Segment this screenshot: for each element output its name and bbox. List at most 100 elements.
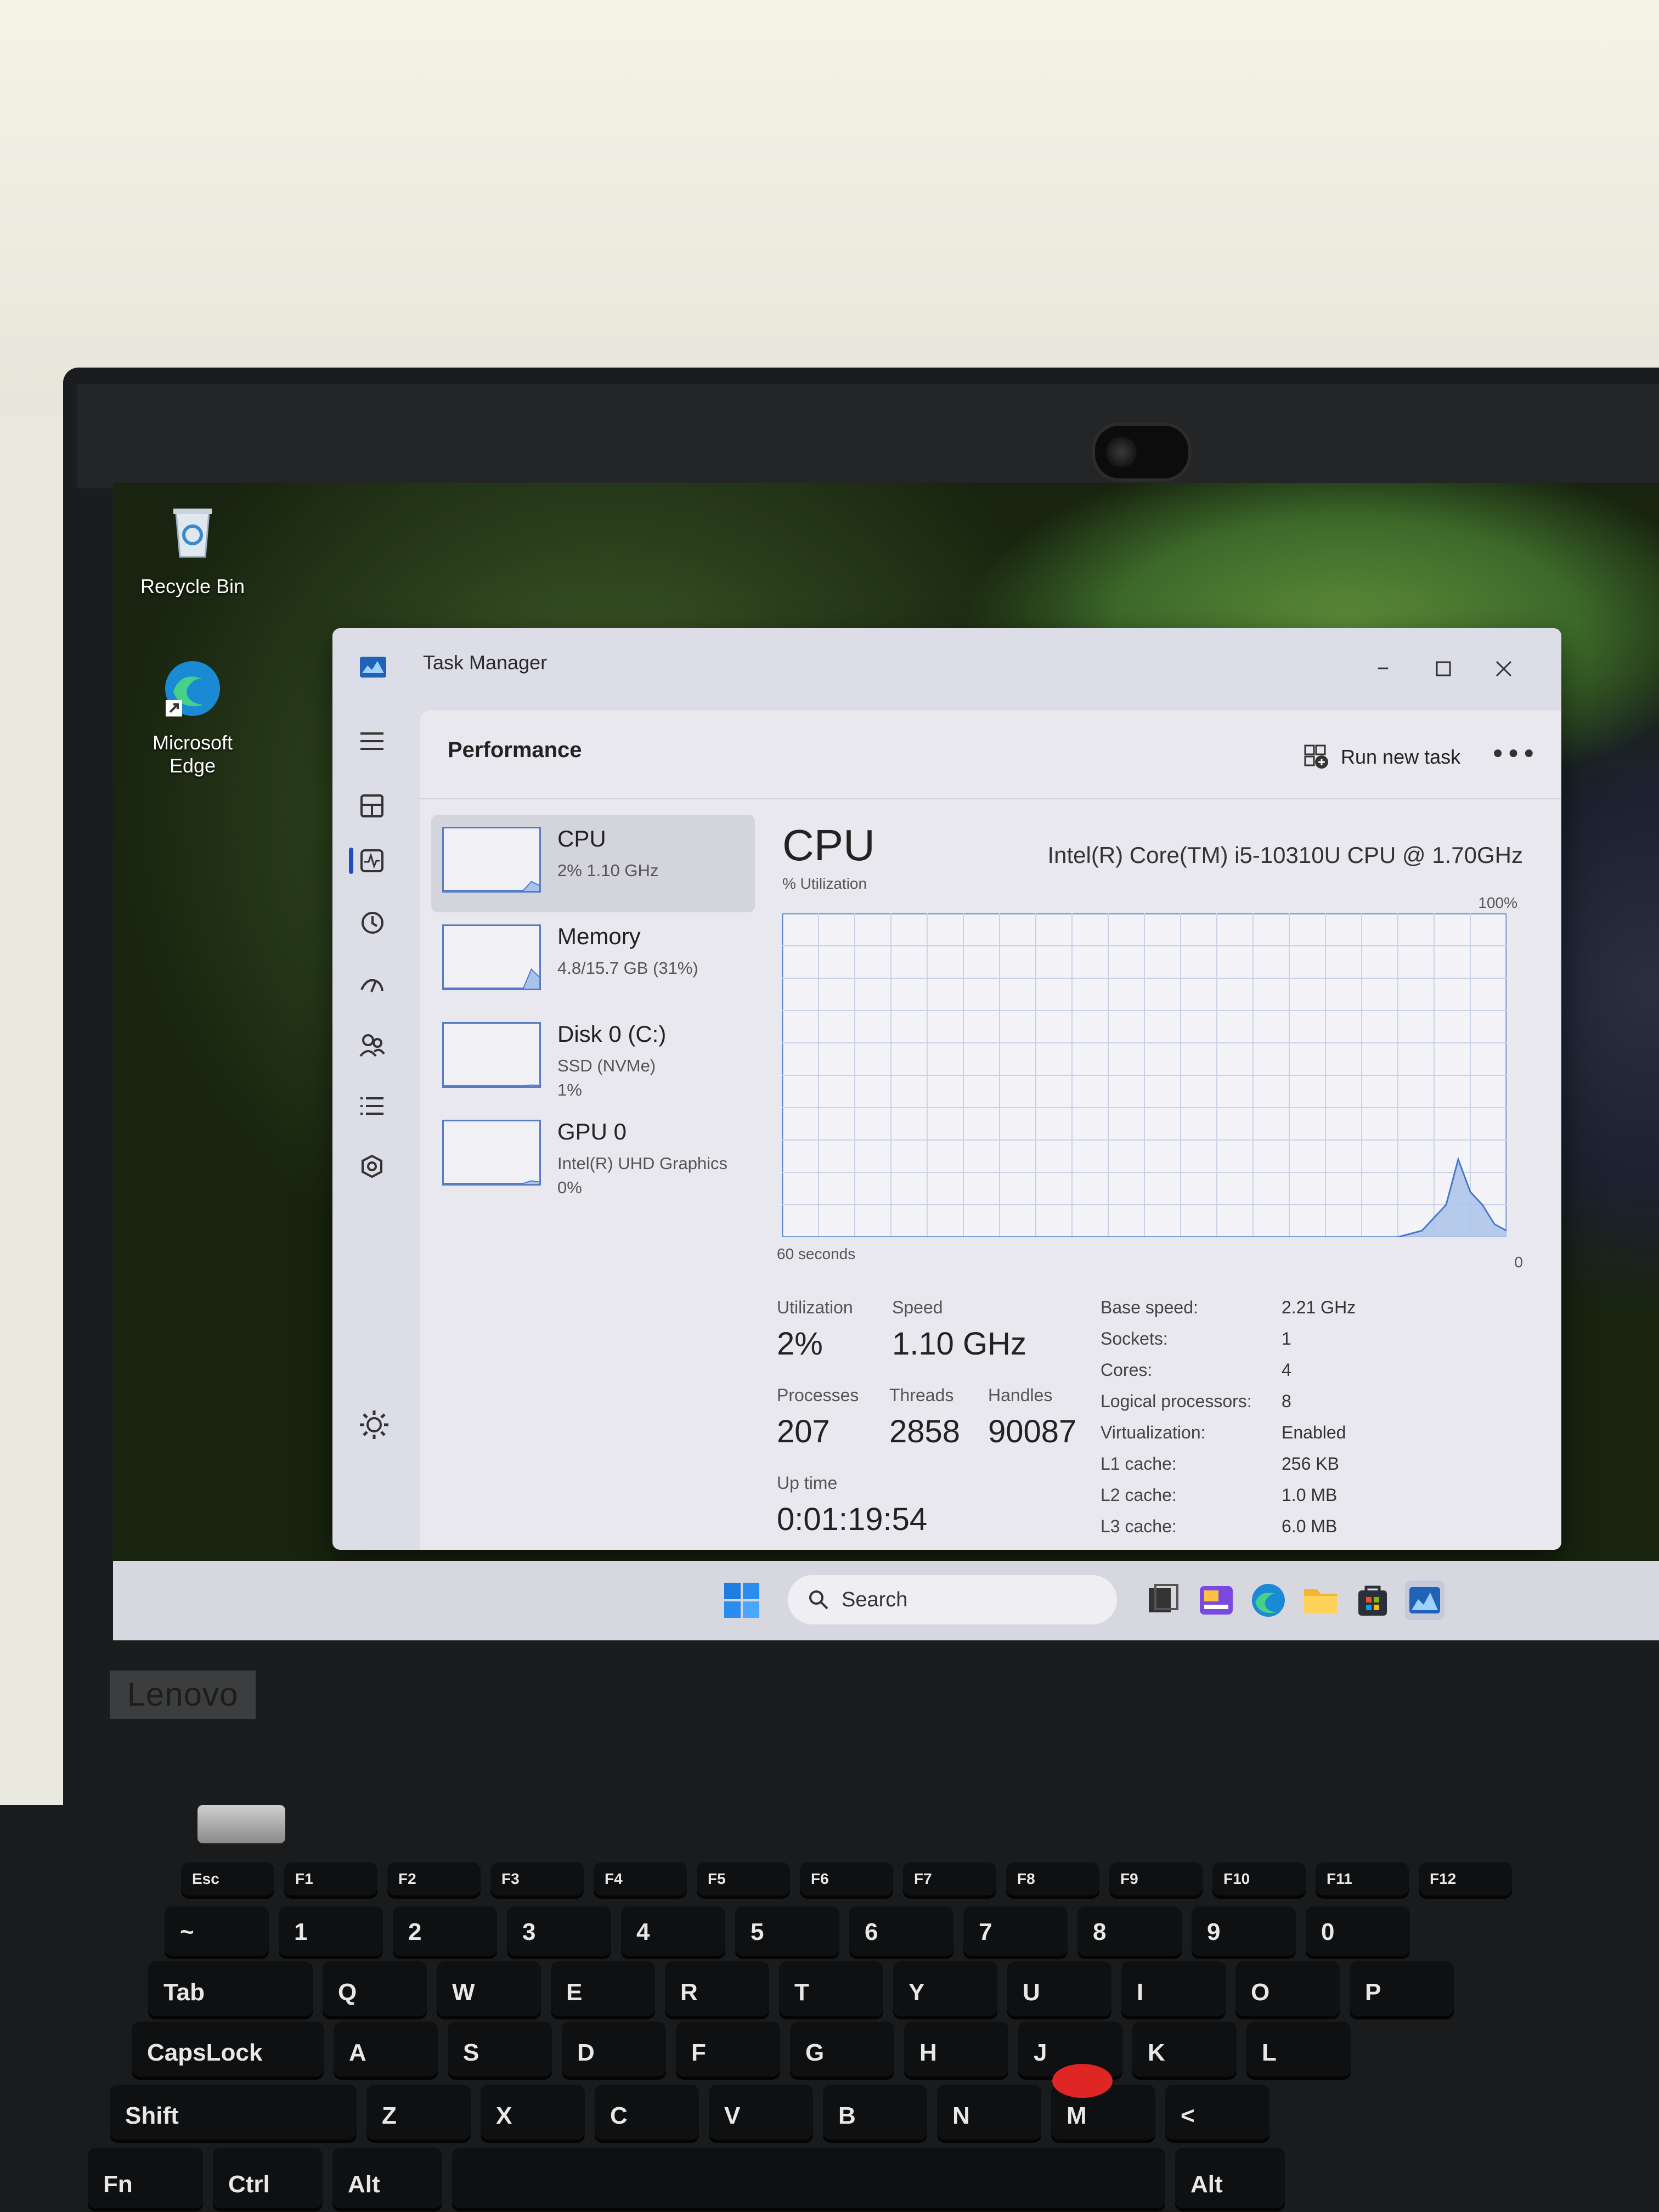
key-i[interactable]: I — [1121, 1961, 1226, 2016]
title-bar[interactable]: Task Manager – — [332, 628, 1561, 699]
key-e[interactable]: E — [551, 1961, 655, 2016]
stat-utilization: Utilization 2% — [777, 1297, 853, 1362]
key-g[interactable]: G — [790, 2022, 894, 2076]
taskbar-search-box[interactable]: Search — [788, 1575, 1117, 1624]
key-f4[interactable]: F4 — [594, 1863, 687, 1895]
key-o[interactable]: O — [1235, 1961, 1340, 2016]
key-row: ~1 2 3 4 5 6 7 8 9 0 — [165, 1906, 1410, 1956]
key-5[interactable]: 5 — [735, 1906, 839, 1956]
device-item-disk[interactable]: Disk 0 (C:) SSD (NVMe) 1% — [431, 1010, 755, 1108]
nav-services[interactable] — [352, 1147, 392, 1186]
key-f5[interactable]: F5 — [697, 1863, 790, 1895]
bezel-top — [77, 384, 1659, 488]
file-explorer-icon[interactable] — [1301, 1581, 1340, 1620]
key-2[interactable]: 2 — [393, 1906, 497, 1956]
key-d[interactable]: D — [562, 2022, 666, 2076]
trackpoint[interactable] — [1052, 2064, 1113, 2098]
key-7[interactable]: 7 — [963, 1906, 1068, 1956]
key-f6[interactable]: F6 — [800, 1863, 893, 1895]
desktop-icon-recycle-bin[interactable]: Recycle Bin — [129, 502, 256, 598]
key-y[interactable]: Y — [893, 1961, 997, 2016]
key-f9[interactable]: F9 — [1109, 1863, 1203, 1895]
key-q[interactable]: Q — [323, 1961, 427, 2016]
key-f7[interactable]: F7 — [903, 1863, 996, 1895]
nav-users[interactable] — [352, 1026, 392, 1065]
spec-row: Base speed: 2.21 GHz — [1101, 1297, 1528, 1329]
run-new-task-button[interactable]: Run new task — [1304, 741, 1460, 774]
key-s[interactable]: S — [448, 2022, 552, 2076]
spec-row: Sockets: 1 — [1101, 1329, 1528, 1360]
key-u[interactable]: U — [1007, 1961, 1111, 2016]
nav-startup-apps[interactable] — [352, 966, 392, 1005]
key-~[interactable]: ~ — [165, 1906, 269, 1956]
key-9[interactable]: 9 — [1192, 1906, 1296, 1956]
key-h[interactable]: H — [904, 2022, 1008, 2076]
key-shift[interactable]: Shift — [110, 2085, 357, 2140]
nav-details[interactable] — [352, 1086, 392, 1126]
key-p[interactable]: P — [1350, 1961, 1454, 2016]
key-t[interactable]: T — [779, 1961, 883, 2016]
news-icon[interactable] — [1197, 1581, 1236, 1620]
key-esc[interactable]: Esc — [181, 1863, 274, 1895]
key-f10[interactable]: F10 — [1212, 1863, 1306, 1895]
key-c[interactable]: C — [595, 2085, 699, 2140]
key-f3[interactable]: F3 — [490, 1863, 584, 1895]
app-history-icon — [362, 912, 383, 934]
key-r[interactable]: R — [665, 1961, 769, 2016]
page-title: Performance — [448, 738, 582, 762]
key-z[interactable]: Z — [366, 2085, 471, 2140]
key-space[interactable] — [452, 2148, 1165, 2208]
thumbnail-usage-area — [523, 881, 539, 891]
start-icon[interactable] — [722, 1581, 761, 1620]
key-x[interactable]: X — [481, 2085, 585, 2140]
key-3[interactable]: 3 — [507, 1906, 611, 1956]
key-alt[interactable]: Alt — [332, 2148, 442, 2208]
y-max-label: 100% — [1478, 894, 1517, 911]
maximize-button[interactable] — [1413, 645, 1474, 689]
hamburger-menu-button[interactable] — [352, 721, 392, 761]
key-f1[interactable]: F1 — [284, 1863, 377, 1895]
key-b[interactable]: B — [823, 2085, 927, 2140]
key-capslock[interactable]: CapsLock — [132, 2022, 324, 2076]
edge-icon[interactable] — [1249, 1581, 1288, 1620]
nav-performance[interactable] — [352, 841, 392, 881]
key-l[interactable]: L — [1246, 2022, 1351, 2076]
stat-value: 207 — [777, 1414, 830, 1449]
stat-speed: Speed 1.10 GHz — [892, 1297, 1026, 1362]
key-v[interactable]: V — [709, 2085, 813, 2140]
key-alt[interactable]: Alt — [1175, 2148, 1285, 2208]
key-f8[interactable]: F8 — [1006, 1863, 1099, 1895]
device-item-gpu[interactable]: GPU 0 Intel(R) UHD Graphics 0% — [431, 1108, 755, 1205]
more-options-button[interactable]: ••• — [1490, 741, 1537, 768]
key-1[interactable]: 1 — [279, 1906, 383, 1956]
desktop-icon-edge[interactable]: Microsoft Edge — [129, 658, 256, 777]
key-f2[interactable]: F2 — [387, 1863, 481, 1895]
spec-row: Cores: 4 — [1101, 1360, 1528, 1391]
task-view-icon[interactable] — [1144, 1581, 1184, 1620]
key-tab[interactable]: Tab — [148, 1961, 313, 2016]
key-f12[interactable]: F12 — [1419, 1863, 1512, 1895]
settings-icon[interactable] — [357, 1407, 392, 1442]
key-6[interactable]: 6 — [849, 1906, 953, 1956]
store-icon[interactable] — [1353, 1581, 1392, 1620]
key-w[interactable]: W — [437, 1961, 541, 2016]
nav-app-history[interactable] — [352, 902, 392, 942]
key-0[interactable]: 0 — [1306, 1906, 1410, 1956]
key-8[interactable]: 8 — [1077, 1906, 1182, 1956]
key-f[interactable]: F — [676, 2022, 780, 2076]
close-button[interactable] — [1474, 645, 1534, 689]
key-<[interactable]: < — [1165, 2085, 1269, 2140]
minimize-button[interactable]: – — [1353, 645, 1413, 689]
key-ctrl[interactable]: Ctrl — [213, 2148, 323, 2208]
device-item-cpu[interactable]: CPU 2% 1.10 GHz — [431, 815, 755, 912]
task-manager-icon[interactable] — [1405, 1581, 1444, 1620]
key-a[interactable]: A — [334, 2022, 438, 2076]
key-f11[interactable]: F11 — [1316, 1863, 1409, 1895]
device-item-memory[interactable]: Memory 4.8/15.7 GB (31%) — [431, 912, 755, 1010]
stat-uptime: Up time 0:01:19:54 — [777, 1473, 927, 1538]
key-4[interactable]: 4 — [621, 1906, 725, 1956]
key-fn[interactable]: Fn — [88, 2148, 203, 2208]
key-n[interactable]: N — [937, 2085, 1041, 2140]
nav-processes[interactable] — [352, 786, 392, 826]
key-k[interactable]: K — [1132, 2022, 1237, 2076]
